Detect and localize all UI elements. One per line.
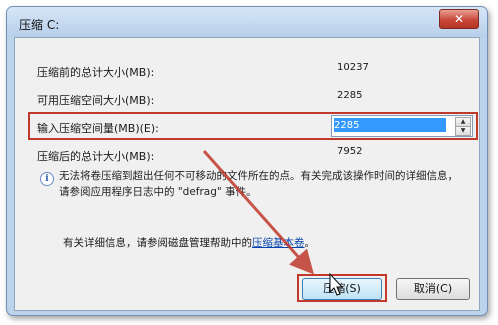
after-size-label: 压缩后的总计大小(MB): xyxy=(37,150,155,163)
dialog-content: 压缩前的总计大小(MB): 10237 可用压缩空间大小(MB): 2285 输… xyxy=(14,37,480,311)
shrink-amount-input[interactable] xyxy=(334,118,446,132)
available-space-label: 可用压缩空间大小(MB): xyxy=(37,94,155,107)
help-text: 有关详细信息，请参阅磁盘管理帮助中的压缩基本卷。 xyxy=(63,235,315,250)
title-bar: 压缩 C: ✕ xyxy=(7,7,487,37)
shrink-basic-volume-link[interactable]: 压缩基本卷 xyxy=(252,237,305,249)
total-size-label: 压缩前的总计大小(MB): xyxy=(37,66,155,79)
shrink-amount-stepper[interactable]: ▲ ▼ xyxy=(331,115,473,137)
help-suffix: 。 xyxy=(304,237,316,249)
shrink-dialog: 压缩 C: ✕ 压缩前的总计大小(MB): 10237 可用压缩空间大小(MB)… xyxy=(6,6,488,316)
available-space-value: 2285 xyxy=(335,86,467,106)
dialog-title: 压缩 C: xyxy=(19,18,60,32)
close-button[interactable]: ✕ xyxy=(439,9,479,29)
info-icon: i xyxy=(40,172,54,186)
shrink-amount-label: 输入压缩空间量(MB)(E): xyxy=(37,122,159,135)
spin-down-icon[interactable]: ▼ xyxy=(455,126,471,136)
help-prefix: 有关详细信息，请参阅磁盘管理帮助中的 xyxy=(63,237,252,249)
info-message: 无法将卷压缩到超出任何不可移动的文件所在的点。有关完成该操作时间的详细信息，请参… xyxy=(59,170,458,198)
shrink-button[interactable]: 压缩(S) xyxy=(302,278,382,300)
after-size-value: 7952 xyxy=(335,142,467,162)
total-size-value: 10237 xyxy=(335,58,467,78)
cancel-button[interactable]: 取消(C) xyxy=(396,278,470,300)
